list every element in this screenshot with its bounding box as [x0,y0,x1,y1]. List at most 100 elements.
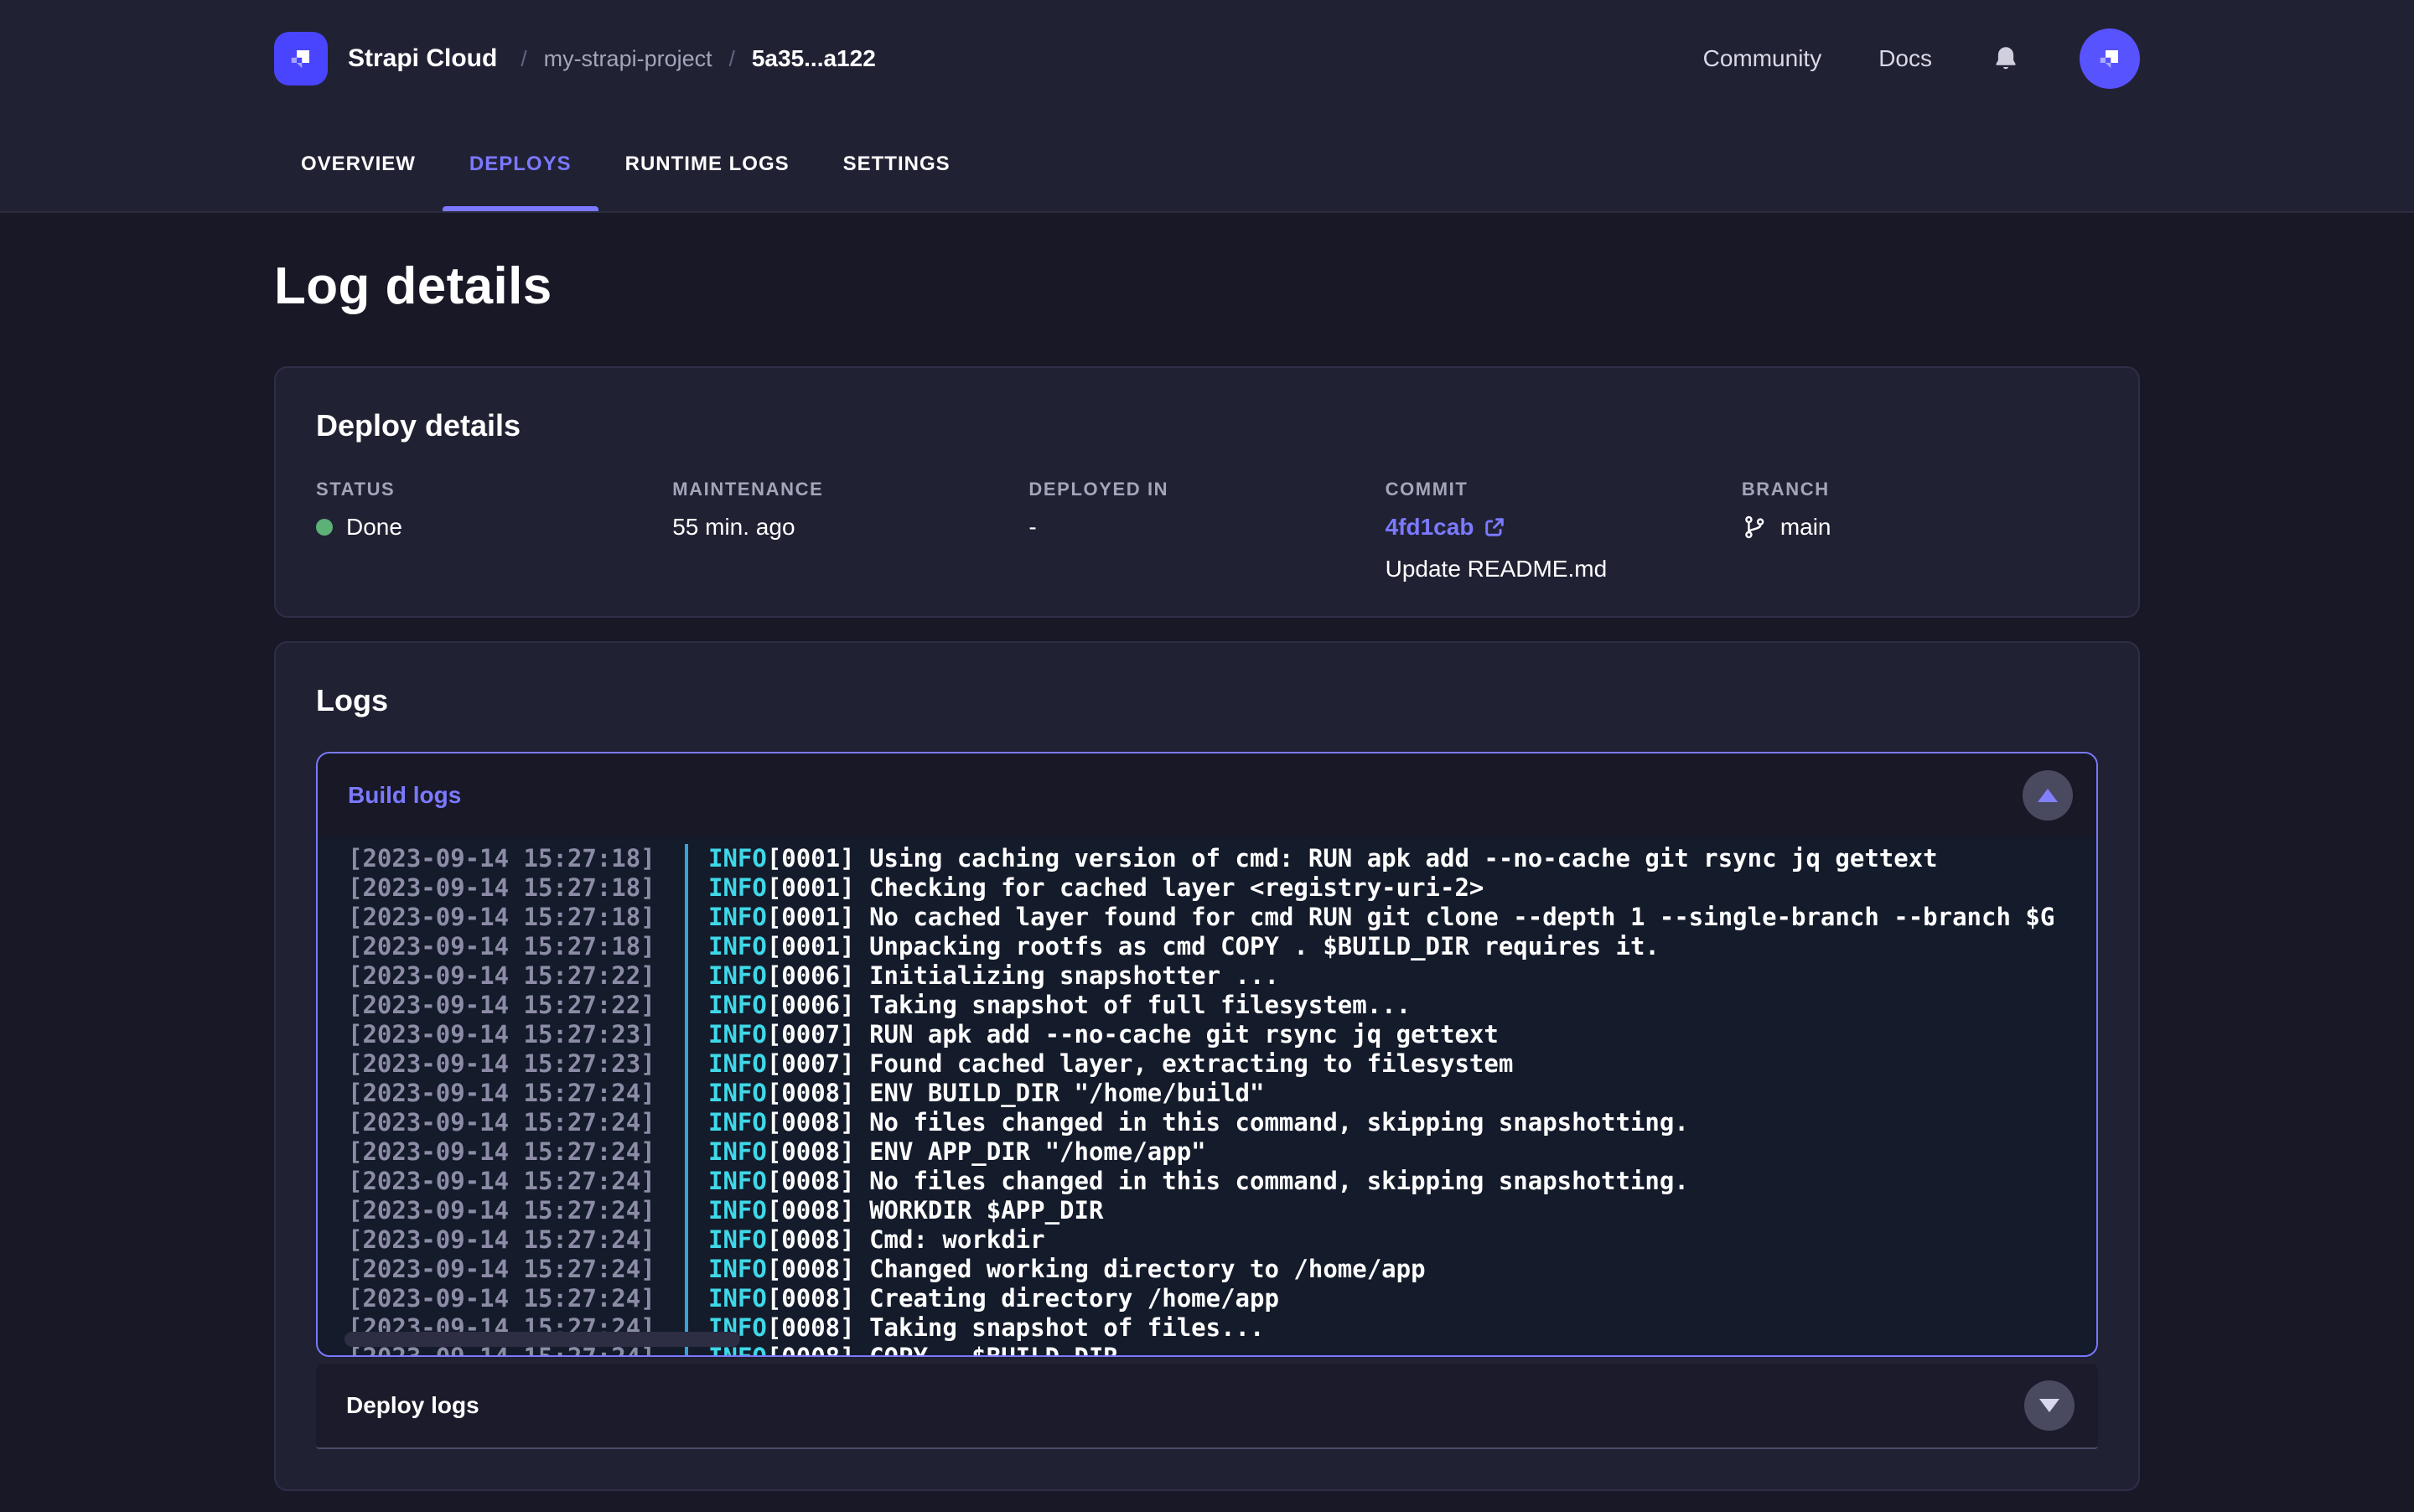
maintenance-value: 55 min. ago [672,514,1028,541]
log-message: INFO[0007] RUN apk add --no-cache git rs… [685,1020,2096,1049]
build-logs-label: Build logs [348,782,461,809]
log-text: Initializing snapshotter ... [855,961,1279,990]
log-line: [2023-09-14 15:27:24] INFO[0008] Creatin… [318,1284,2096,1313]
field-status: STATUS Done [316,479,672,583]
log-tag: [0008] [767,1196,855,1225]
deploy-details-title: Deploy details [316,408,2098,443]
breadcrumb-separator: / [729,46,735,72]
field-label: DEPLOYED IN [1028,479,1385,500]
log-line: [2023-09-14 15:27:24] INFO[0008] Changed… [318,1255,2096,1284]
log-line: [2023-09-14 15:27:22] INFO[0006] Initial… [318,961,2096,991]
log-level: INFO [708,1137,767,1166]
field-branch: BRANCH main [1742,479,2098,583]
log-tag: [0006] [767,991,855,1019]
log-tag: [0008] [767,1343,855,1355]
commit-link[interactable]: 4fd1cab [1386,514,1506,541]
notifications-bell-icon[interactable] [1989,42,2023,75]
tab-overview[interactable]: OVERVIEW [274,117,443,211]
user-avatar[interactable] [2080,28,2140,89]
log-text: Cmd: workdir [855,1225,1045,1254]
field-label: MAINTENANCE [672,479,1028,500]
commit-hash: 4fd1cab [1386,514,1474,541]
deployed-in-value: - [1028,514,1385,541]
status-value: Done [346,514,402,541]
log-timestamp: [2023-09-14 15:27:23] [348,1049,655,1079]
log-message: INFO[0008] Changed working directory to … [685,1255,2096,1284]
log-level: INFO [708,903,767,931]
log-timestamp: [2023-09-14 15:27:18] [348,873,655,903]
log-line: [2023-09-14 15:27:18] INFO[0001] Using c… [318,844,2096,873]
log-message: INFO[0001] No cached layer found for cmd… [685,903,2096,932]
page-title: Log details [274,256,2140,316]
deploy-details-fields: STATUS Done MAINTENANCE 55 min. ago DEPL… [316,479,2098,583]
field-deployed-in: DEPLOYED IN - [1028,479,1385,583]
brand-home-link[interactable]: Strapi Cloud [274,32,497,85]
external-link-icon [1484,516,1505,538]
log-text: Creating directory /home/app [855,1284,1279,1313]
branch-value: main [1780,514,1831,541]
log-line: [2023-09-14 15:27:24] INFO[0008] No file… [318,1167,2096,1196]
log-tag: [0001] [767,873,855,902]
tab-runtime-logs[interactable]: RUNTIME LOGS [598,117,816,211]
log-level: INFO [708,1079,767,1107]
brand-name: Strapi Cloud [348,44,497,73]
log-timestamp: [2023-09-14 15:27:18] [348,932,655,961]
status-dot-icon [316,519,333,536]
log-message: INFO[0006] Taking snapshot of full files… [685,991,2096,1020]
log-line: [2023-09-14 15:27:24] INFO[0008] Cmd: wo… [318,1225,2096,1255]
log-level: INFO [708,1020,767,1049]
log-text: ENV BUILD_DIR "/home/build" [855,1079,1265,1107]
breadcrumb-deploy-id: 5a35...a122 [752,45,876,72]
community-link[interactable]: Community [1703,45,1822,72]
horizontal-scrollbar-thumb[interactable] [344,1332,740,1347]
log-text: Unpacking rootfs as cmd COPY . $BUILD_DI… [855,932,1660,961]
log-text: Found cached layer, extracting to filesy… [855,1049,1514,1078]
chevron-up-icon [2038,789,2058,802]
log-text: WORKDIR $APP_DIR [855,1196,1104,1225]
log-line: [2023-09-14 15:27:18] INFO[0001] No cach… [318,903,2096,932]
log-message: INFO[0008] ENV APP_DIR "/home/app" [685,1137,2096,1167]
collapse-build-logs-button[interactable] [2023,770,2073,821]
log-text: No files changed in this command, skippi… [855,1108,1689,1137]
log-tag: [0008] [767,1255,855,1283]
log-line: [2023-09-14 15:27:24] INFO[0008] WORKDIR… [318,1196,2096,1225]
logs-card: Logs Build logs [2023-09-14 15:27:18] IN… [274,641,2140,1491]
log-timestamp: [2023-09-14 15:27:24] [348,1108,655,1137]
log-level: INFO [708,991,767,1019]
field-label: BRANCH [1742,479,2098,500]
docs-link[interactable]: Docs [1878,45,1932,72]
log-line: [2023-09-14 15:27:24] INFO[0008] No file… [318,1108,2096,1137]
deploy-logs-label: Deploy logs [346,1392,479,1419]
field-maintenance: MAINTENANCE 55 min. ago [672,479,1028,583]
tab-deploys[interactable]: DEPLOYS [443,117,598,211]
log-text: RUN apk add --no-cache git rsync jq gett… [855,1020,1499,1049]
log-tag: [0008] [767,1313,855,1342]
log-text: Taking snapshot of full filesystem... [855,991,1411,1019]
chevron-down-icon [2039,1399,2059,1412]
log-text: Using caching version of cmd: RUN apk ad… [855,844,1938,873]
tab-settings[interactable]: SETTINGS [816,117,977,211]
field-commit: COMMIT 4fd1cab Update README.md [1386,479,1742,583]
expand-deploy-logs-button[interactable] [2024,1380,2075,1431]
build-logs-header[interactable]: Build logs [318,753,2096,837]
log-text: COPY . $BUILD_DIR [855,1343,1118,1355]
log-line: [2023-09-14 15:27:24] INFO[0008] ENV APP… [318,1137,2096,1167]
log-level: INFO [708,1225,767,1254]
log-tag: [0008] [767,1137,855,1166]
log-line: [2023-09-14 15:27:18] INFO[0001] Checkin… [318,873,2096,903]
log-timestamp: [2023-09-14 15:27:24] [348,1196,655,1225]
log-text: Changed working directory to /home/app [855,1255,1426,1283]
breadcrumb-project[interactable]: my-strapi-project [544,46,712,72]
log-timestamp: [2023-09-14 15:27:22] [348,991,655,1020]
git-branch-icon [1742,515,1767,540]
log-text: No files changed in this command, skippi… [855,1167,1689,1195]
log-line: [2023-09-14 15:27:24] INFO[0008] ENV BUI… [318,1079,2096,1108]
log-tag: [0007] [767,1049,855,1078]
log-message: INFO[0008] WORKDIR $APP_DIR [685,1196,2096,1225]
deploy-logs-header[interactable]: Deploy logs [316,1364,2098,1449]
breadcrumb-separator: / [521,46,526,72]
log-timestamp: [2023-09-14 15:27:22] [348,961,655,991]
deploy-details-card: Deploy details STATUS Done MAINTENANCE 5… [274,366,2140,618]
log-message: INFO[0008] COPY . $BUILD_DIR [685,1343,2096,1355]
build-log-viewer[interactable]: [2023-09-14 15:27:18] INFO[0001] Using c… [318,837,2096,1355]
